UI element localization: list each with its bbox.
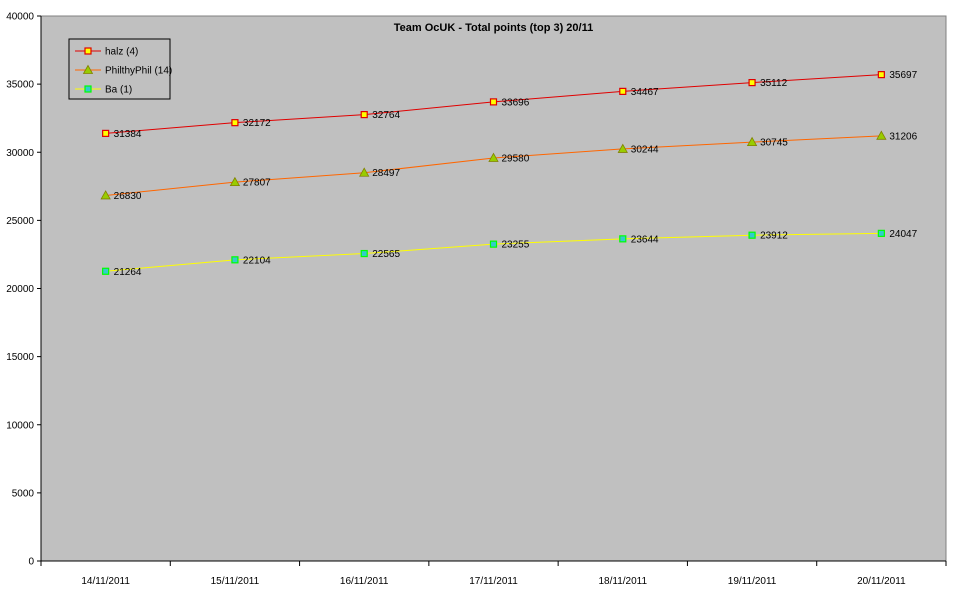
y-tick-label: 20000 [6,284,34,295]
data-label: 35112 [760,78,788,89]
data-label: 34467 [631,87,659,98]
y-axis: 0 5000 10000 15000 20000 25000 30000 35000 40000 [6,12,42,568]
data-label: 30244 [631,144,659,155]
y-tick-label: 35000 [6,80,34,91]
data-point [877,71,885,79]
x-tick-label: 15/11/2011 [211,576,260,587]
data-label: 29580 [502,153,530,164]
data-point [231,119,239,127]
data-label: 23255 [502,240,530,251]
data-point [231,256,239,264]
data-point [489,98,498,106]
data-point [360,110,368,119]
data-label: 28497 [372,168,400,179]
data-label: 22565 [372,249,400,260]
data-point [102,267,110,275]
data-point [619,235,627,243]
legend-label: halz (4) [105,47,138,58]
data-point [877,229,885,237]
data-point [102,129,110,137]
x-tick-label: 17/11/2011 [469,576,518,587]
data-label: 26830 [114,191,142,202]
data-label: 31384 [114,129,142,140]
data-label: 31206 [889,131,917,142]
data-label: 32764 [372,110,400,121]
plot-area [40,15,947,562]
x-axis: 14/11/2011 15/11/2011 16/11/2011 17/11/2011… [40,560,947,587]
data-label: 24047 [889,229,917,240]
y-tick-label: 10000 [6,420,34,431]
data-label: 27807 [243,178,271,189]
data-label: 22104 [243,255,271,266]
y-tick-label: 15000 [6,352,34,363]
y-tick-label: 0 [28,557,34,568]
y-tick-label: 30000 [6,148,34,159]
line-chart: 0 5000 10000 15000 20000 25000 30000 35000 40000… [6,12,947,587]
legend-label: PhilthyPhil (14) [105,66,172,77]
y-tick-label: 5000 [12,488,35,499]
data-point [748,78,756,87]
data-label: 21264 [114,267,142,278]
data-point [84,85,92,93]
legend-label: Ba (1) [105,85,132,96]
x-tick-label: 19/11/2011 [728,576,777,587]
legend: halz (4) PhilthyPhil (14) Ba (1) [68,38,172,100]
y-tick-label: 40000 [6,12,34,23]
data-point [84,47,92,55]
x-tick-label: 16/11/2011 [340,576,389,587]
data-label: 23912 [760,231,788,242]
data-label: 23644 [631,234,659,245]
chart-title: Team OcUK - Total points (top 3) 20/11 [394,22,593,34]
data-label: 30745 [760,138,788,149]
data-label: 32172 [243,118,271,129]
data-point [748,231,756,239]
data-label: 33696 [502,97,530,108]
y-tick-label: 25000 [6,216,34,227]
data-point [360,249,368,258]
x-tick-label: 14/11/2011 [81,576,130,587]
data-label: 35697 [889,70,917,81]
data-point [489,240,498,248]
x-tick-label: 20/11/2011 [857,576,906,587]
x-tick-label: 18/11/2011 [598,576,647,587]
data-point [619,87,627,95]
